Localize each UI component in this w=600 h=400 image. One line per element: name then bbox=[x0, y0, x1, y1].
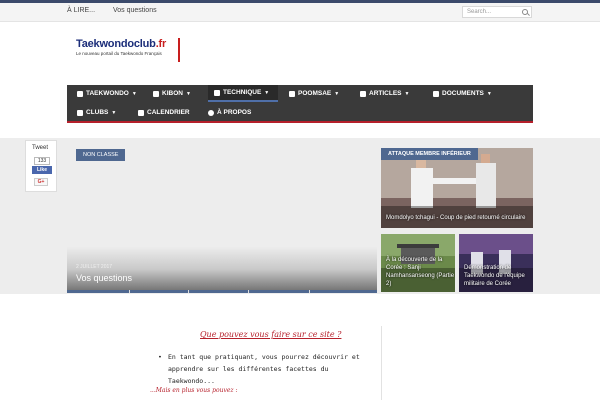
compass-icon bbox=[208, 109, 214, 116]
home-icon bbox=[77, 109, 83, 116]
logo-accent-bar bbox=[178, 38, 180, 62]
nav-item-taekwondo[interactable]: TAEKWONDO ▼ bbox=[77, 85, 137, 102]
nav-label: TECHNIQUE bbox=[223, 89, 262, 96]
logo-part-1: Taekwondo bbox=[76, 38, 134, 50]
search-icon[interactable] bbox=[522, 9, 528, 15]
content-bullet: • En tant que pratiquant, vous pourrez d… bbox=[158, 351, 378, 387]
content-heading: Que pouvez vous faire sur ce site ? bbox=[200, 330, 342, 339]
top-link-a-lire[interactable]: À LIRE... bbox=[67, 7, 95, 14]
tweet-button[interactable]: Tweet bbox=[32, 145, 48, 151]
pager-divider bbox=[129, 290, 130, 293]
post-card-momdolyo[interactable]: ATTAQUE MEMBRE INFÉRIEUR Momdolyo tchagu… bbox=[381, 148, 533, 228]
post-card-demonstration[interactable]: Démonstration de Taekwondo de l'équipe m… bbox=[459, 234, 533, 292]
google-plus-button[interactable]: G+ bbox=[34, 178, 48, 186]
logo-tagline: Le nouveau portail du Taekwondo Français bbox=[76, 51, 162, 56]
column-divider bbox=[381, 326, 382, 400]
pager-divider bbox=[309, 290, 310, 293]
featured-post[interactable]: NON CLASSE 2 JUILLET 2017 Vos questions bbox=[67, 140, 377, 293]
chevron-down-icon: ▼ bbox=[264, 89, 270, 96]
nav-label: CLUBS bbox=[86, 109, 109, 116]
info-icon bbox=[77, 90, 83, 97]
post-date: 2 JUILLET 2017 bbox=[76, 264, 113, 270]
search-placeholder: Search... bbox=[467, 9, 492, 15]
card-caption[interactable]: Momdolyo tchagui - Coup de pied retourné… bbox=[386, 214, 531, 222]
pager-divider bbox=[248, 290, 249, 293]
image-icon bbox=[153, 90, 159, 97]
nav-item-articles[interactable]: ARTICLES ▼ bbox=[360, 85, 409, 102]
nav-label: CALENDRIER bbox=[147, 109, 190, 116]
nav-label: KIBON bbox=[162, 90, 183, 97]
post-card-coree-decouverte[interactable]: À la découverte de la Corée : Sanji Namh… bbox=[381, 234, 455, 292]
nav-label: ARTICLES bbox=[369, 90, 402, 97]
chevron-down-icon: ▼ bbox=[334, 90, 340, 97]
nav-item-technique[interactable]: TECHNIQUE ▼ bbox=[208, 85, 278, 102]
slider-pager bbox=[67, 290, 377, 293]
nav-item-clubs[interactable]: CLUBS ▼ bbox=[77, 104, 116, 121]
news-icon bbox=[360, 90, 366, 97]
nav-label: DOCUMENTS bbox=[442, 90, 484, 97]
chevron-down-icon: ▼ bbox=[486, 90, 492, 97]
card-caption[interactable]: À la découverte de la Corée : Sanji Namh… bbox=[386, 256, 455, 288]
chevron-down-icon: ▼ bbox=[404, 90, 410, 97]
nav-label: À PROPOS bbox=[217, 109, 252, 116]
search-input[interactable]: Search... bbox=[462, 6, 532, 18]
nav-item-a-propos[interactable]: À PROPOS bbox=[208, 104, 251, 121]
nav-item-documents[interactable]: DOCUMENTS ▼ bbox=[433, 85, 492, 102]
nav-label: POOMSAE bbox=[298, 90, 332, 97]
top-bar: À LIRE... Vos questions Search... bbox=[0, 0, 600, 22]
calendar-icon bbox=[138, 109, 144, 116]
post-title[interactable]: Vos questions bbox=[76, 273, 132, 283]
card-caption[interactable]: Démonstration de Taekwondo de l'équipe m… bbox=[464, 264, 533, 288]
copy-icon bbox=[433, 90, 439, 97]
content-more-text: ...Mais en plus vous pouvez : bbox=[150, 387, 238, 394]
main-nav: TAEKWONDO ▼ KIBON ▼ TECHNIQUE ▼ POOMSAE ▼ AR… bbox=[67, 85, 533, 123]
chevron-down-icon: ▼ bbox=[111, 109, 117, 116]
chevron-down-icon: ▼ bbox=[131, 90, 137, 97]
facebook-like-button[interactable]: Like bbox=[32, 166, 52, 174]
nav-label: TAEKWONDO bbox=[86, 90, 129, 97]
like-count: 133 bbox=[34, 157, 50, 165]
bullet-text: En tant que pratiquant, vous pourrez déc… bbox=[168, 353, 360, 385]
logo-part-2: club bbox=[133, 38, 156, 50]
nav-item-poomsae[interactable]: POOMSAE ▼ bbox=[289, 85, 339, 102]
site-logo[interactable]: Taekwondoclub.fr Le nouveau portail du T… bbox=[76, 38, 186, 64]
share-widget: Tweet 133 Like G+ bbox=[25, 140, 57, 192]
top-link-vos-questions[interactable]: Vos questions bbox=[113, 7, 157, 14]
like-label: Like bbox=[36, 167, 47, 173]
pager-divider bbox=[188, 290, 189, 293]
nav-item-kibon[interactable]: KIBON ▼ bbox=[153, 85, 191, 102]
bullet-dot: • bbox=[158, 353, 162, 361]
logo-part-3: .fr bbox=[155, 38, 167, 50]
chevron-down-icon: ▼ bbox=[185, 90, 191, 97]
card-category-label[interactable]: ATTAQUE MEMBRE INFÉRIEUR bbox=[381, 148, 478, 160]
category-badge[interactable]: NON CLASSE bbox=[76, 149, 126, 161]
image-icon bbox=[214, 89, 220, 96]
film-icon bbox=[289, 90, 295, 97]
nav-item-calendrier[interactable]: CALENDRIER bbox=[138, 104, 190, 121]
